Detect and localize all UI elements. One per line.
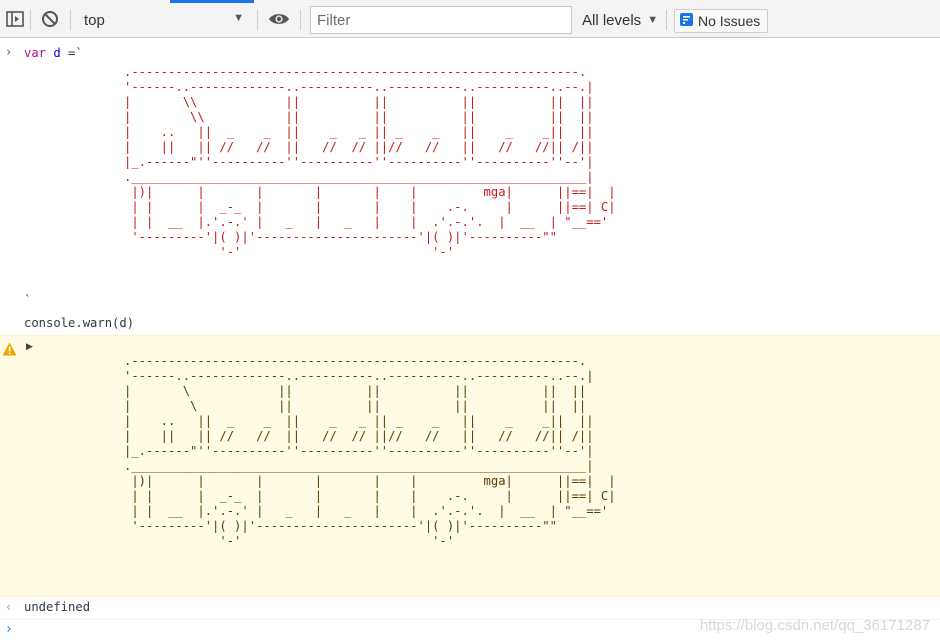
console-input-prompt[interactable]: › — [5, 622, 13, 637]
code-text: =` — [60, 46, 83, 60]
context-value: top — [84, 11, 105, 29]
code-keyword: var — [24, 46, 47, 60]
console-command[interactable]: console.warn(d) — [24, 316, 134, 331]
issues-button[interactable]: No Issues — [674, 9, 768, 33]
toolbar-separator — [257, 10, 258, 30]
warning-ascii-art: .---------------------------------------… — [124, 354, 616, 548]
chevron-right-icon: › — [5, 45, 13, 59]
warning-icon — [2, 341, 17, 360]
ascii-art-string: .---------------------------------------… — [124, 65, 616, 259]
console-command[interactable]: var d =` — [24, 46, 83, 61]
code-variable: d — [53, 46, 61, 60]
log-levels-dropdown[interactable]: All levels ▼ — [582, 8, 658, 32]
issues-flag-icon — [680, 13, 693, 29]
sidebar-toggle-icon[interactable] — [4, 8, 26, 30]
chevron-down-icon: ▼ — [233, 12, 244, 24]
toolbar-separator — [666, 10, 667, 30]
result-arrow-icon: ‹ — [5, 600, 13, 614]
toolbar-separator — [70, 10, 71, 30]
result-value: undefined — [24, 600, 91, 614]
levels-label: All levels — [582, 11, 642, 29]
expand-triangle-icon[interactable]: ▶ — [26, 342, 33, 352]
template-end: ` — [24, 293, 32, 307]
chevron-down-icon: ▼ — [647, 14, 659, 26]
issues-label: No Issues — [698, 13, 761, 29]
toolbar-separator — [30, 10, 31, 30]
context-selector[interactable]: top ▼ — [76, 8, 250, 32]
watermark: https://blog.csdn.net/qq_36171287 — [699, 617, 930, 634]
filter-field[interactable] — [310, 6, 572, 34]
active-tab-indicator — [170, 0, 254, 3]
clear-console-icon[interactable] — [39, 8, 61, 30]
console-toolbar: top ▼ All levels ▼ No Issues — [0, 0, 940, 38]
eye-icon[interactable] — [268, 8, 290, 30]
warning-message: ▶ .-------------------------------------… — [0, 335, 940, 597]
filter-input[interactable] — [311, 7, 571, 33]
toolbar-separator — [300, 10, 301, 30]
